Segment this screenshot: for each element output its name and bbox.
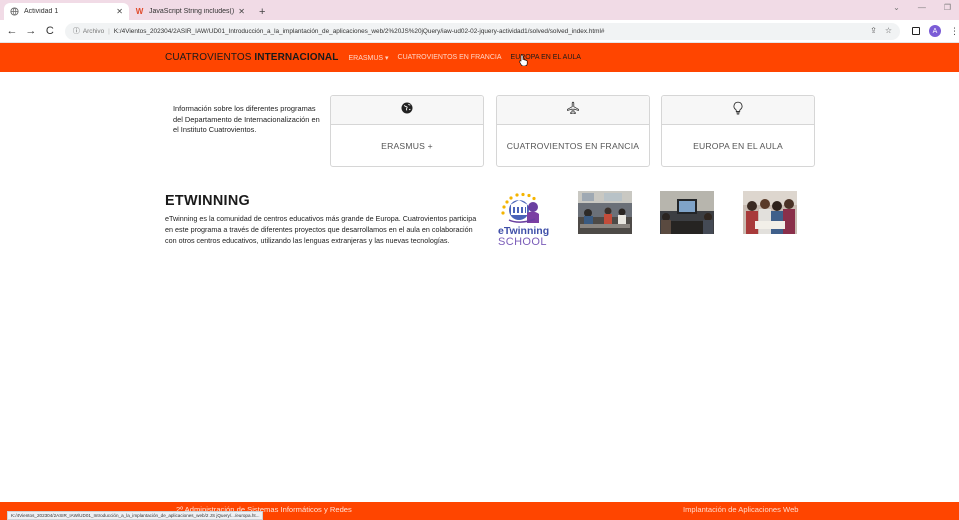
- profile-avatar[interactable]: A: [929, 25, 941, 37]
- close-icon[interactable]: ✕: [238, 7, 245, 16]
- info-icon[interactable]: ⓘ: [73, 26, 80, 36]
- brand-light: CUATROVIENTOS: [165, 52, 252, 63]
- card-label: ERASMUS +: [381, 141, 433, 151]
- toolbar-right: A ⋮: [912, 25, 959, 37]
- omnibox-actions: ⇪ ☆: [870, 26, 892, 35]
- card-erasmus[interactable]: ERASMUS +: [330, 95, 484, 167]
- browser-status-url: K:/4Vientos_202304/2ASIR_IAW/UD01_Introd…: [7, 511, 264, 520]
- nav-link-francia[interactable]: CUATROVIENTOS EN FRANCIA: [398, 54, 502, 62]
- intro-text: Información sobre los diferentes program…: [173, 104, 320, 134]
- scheme-label: Archivo: [82, 27, 105, 35]
- globe-icon: [401, 101, 413, 119]
- browser-toolbar: ← → C ⓘ Archivo | K:/4Vientos_202304/2AS…: [0, 20, 959, 43]
- close-icon[interactable]: ✕: [116, 7, 123, 16]
- card-header: [662, 96, 814, 125]
- card-label: EUROPA EN EL AULA: [693, 141, 783, 151]
- etwinning-text: eTwinning es la comunidad de centros edu…: [165, 214, 477, 245]
- share-icon[interactable]: ⇪: [870, 26, 877, 35]
- w3schools-icon: W: [135, 7, 144, 16]
- globe-icon: [10, 7, 19, 16]
- nav-link-erasmus[interactable]: ERASMUS ▾: [348, 54, 388, 62]
- new-tab-button[interactable]: +: [259, 3, 265, 20]
- card-europa[interactable]: EUROPA EN EL AULA: [661, 95, 815, 167]
- hand-cursor-icon: [519, 53, 528, 67]
- minimize-icon[interactable]: —: [918, 3, 926, 12]
- site-navbar: CUATROVIENTOS INTERNACIONAL ERASMUS ▾ CU…: [0, 43, 959, 72]
- maximize-icon[interactable]: ❐: [944, 3, 951, 12]
- tab-title: JavaScript String includes() Meth: [149, 8, 235, 15]
- card-francia[interactable]: CUATROVIENTOS EN FRANCIA: [496, 95, 650, 167]
- separator: |: [108, 27, 110, 35]
- bookmark-star-icon[interactable]: ☆: [885, 26, 892, 35]
- window-controls: ⌄ — ❐: [893, 3, 951, 12]
- airplane-icon: [566, 101, 580, 120]
- browser-tab-bar: Actividad 1 ✕ W JavaScript String includ…: [0, 0, 959, 20]
- brand-bold: INTERNACIONAL: [254, 52, 339, 63]
- forward-icon[interactable]: →: [24, 25, 38, 37]
- back-icon[interactable]: ←: [5, 25, 19, 37]
- browser-tab-javascript[interactable]: W JavaScript String includes() Meth ✕: [129, 3, 251, 20]
- lightbulb-icon: [732, 101, 744, 120]
- url-text: K:/4Vientos_202304/2ASIR_IAW/UD01_Introd…: [113, 27, 605, 35]
- tab-title: Actividad 1: [24, 8, 59, 15]
- nav-links: ERASMUS ▾ CUATROVIENTOS EN FRANCIA EUROP…: [348, 54, 580, 62]
- side-panel-icon[interactable]: [912, 27, 920, 35]
- reload-icon[interactable]: C: [43, 25, 57, 37]
- menu-icon[interactable]: ⋮: [950, 26, 959, 37]
- photo-classroom-2: [660, 191, 714, 234]
- chevron-down-icon[interactable]: ⌄: [893, 3, 900, 12]
- photo-students-group: [743, 191, 797, 234]
- address-bar[interactable]: ⓘ Archivo | K:/4Vientos_202304/2ASIR_IAW…: [64, 22, 900, 40]
- site-brand[interactable]: CUATROVIENTOS INTERNACIONAL: [165, 52, 338, 63]
- card-header: [497, 96, 649, 125]
- card-header: [331, 96, 483, 125]
- etwinning-title: ETWINNING: [165, 193, 251, 209]
- photo-classroom-1: [578, 191, 632, 234]
- card-label: CUATROVIENTOS EN FRANCIA: [506, 141, 640, 151]
- logo-text-school: SCHOOL: [498, 236, 547, 248]
- footer-module: Implantación de Aplicaciones Web: [683, 505, 799, 514]
- browser-tab-actividad[interactable]: Actividad 1 ✕: [4, 3, 129, 20]
- etwinning-school-logo: eTwinning SCHOOL: [497, 192, 549, 248]
